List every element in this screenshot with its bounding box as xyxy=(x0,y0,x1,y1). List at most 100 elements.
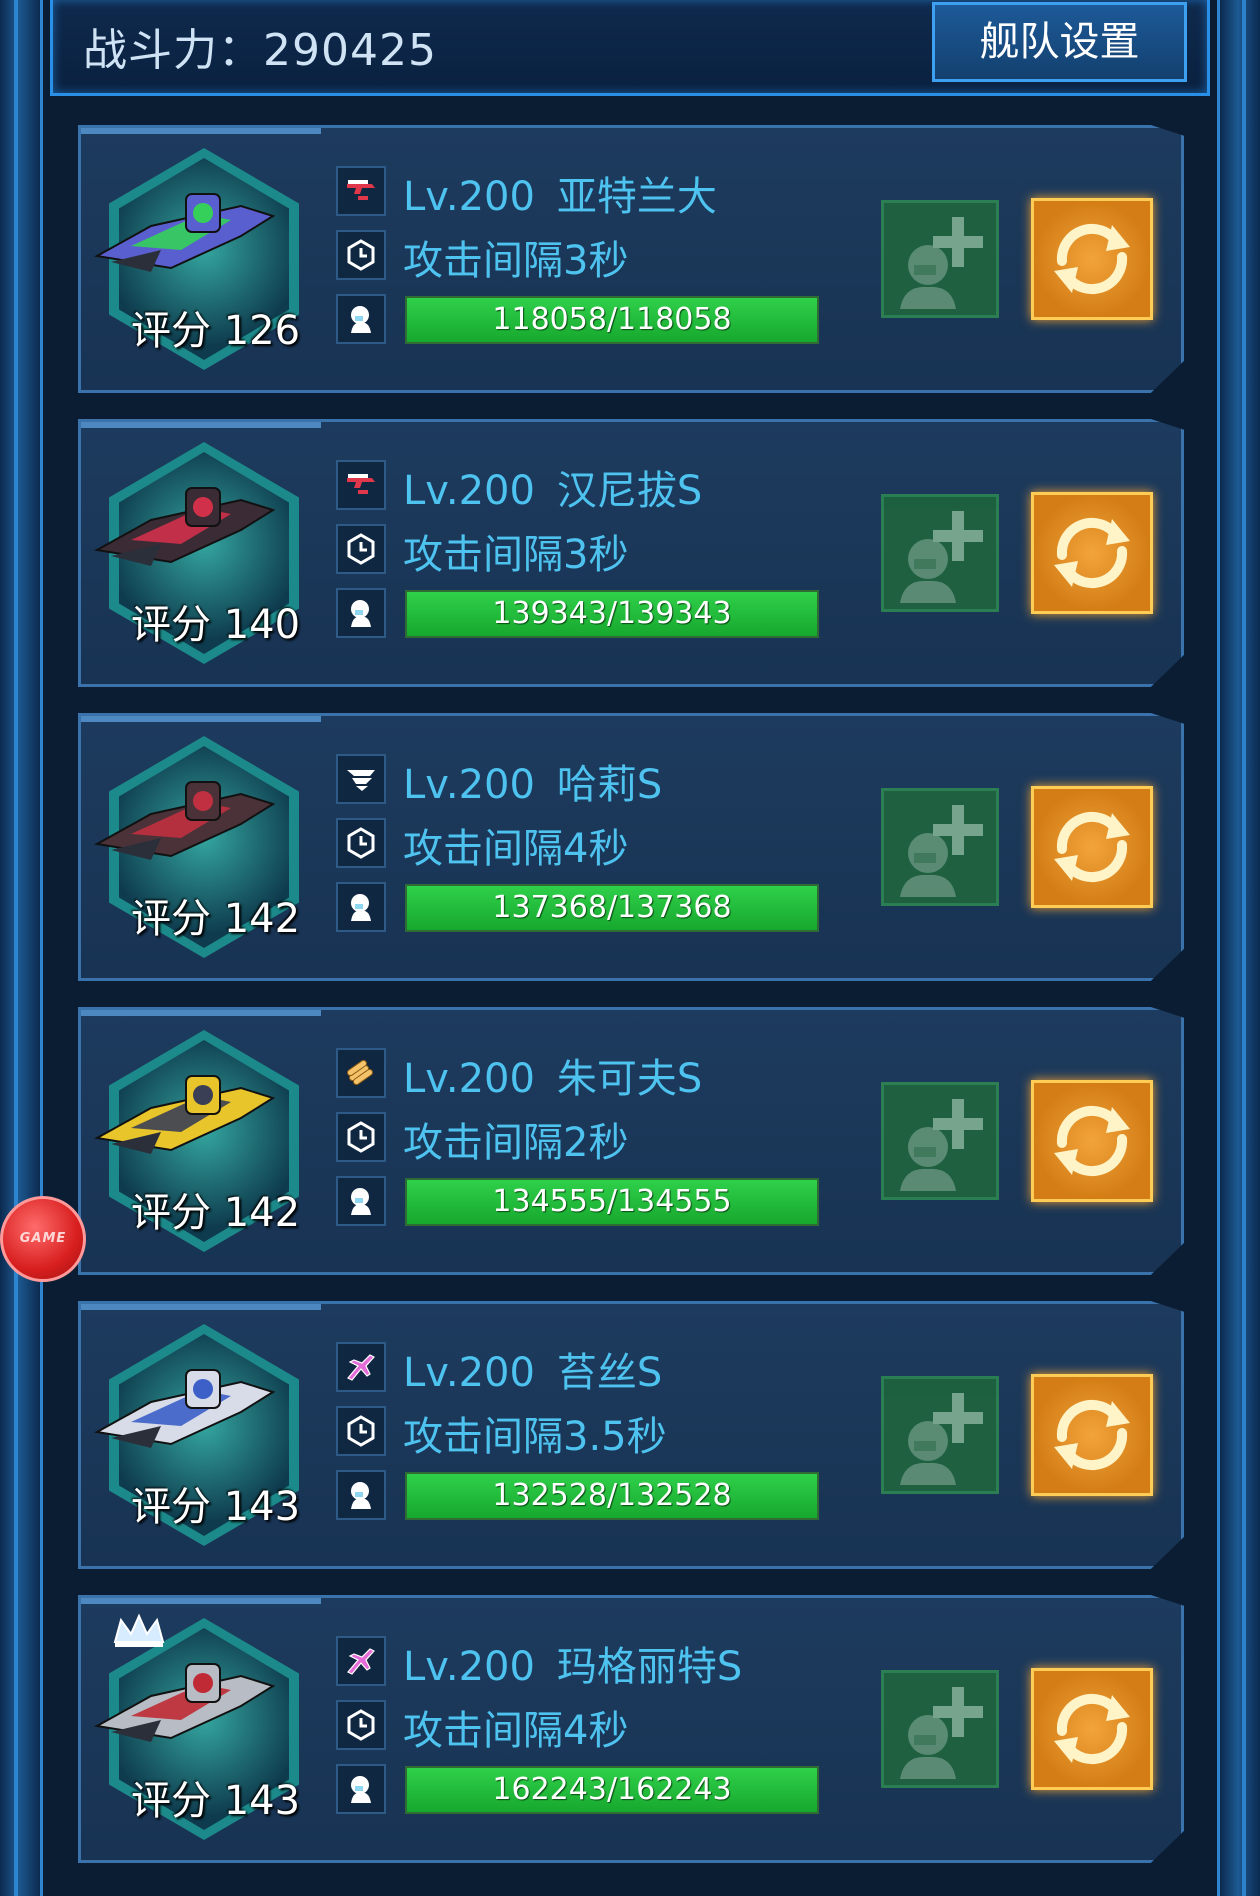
crew-icon xyxy=(336,1764,386,1814)
swap-icon xyxy=(1034,1693,1150,1791)
add-crew-button[interactable] xyxy=(881,1082,999,1200)
ship-title: Lv.200 汉尼拔S xyxy=(403,458,702,516)
attack-interval: 攻击间隔3秒 xyxy=(403,238,629,284)
missile-icon xyxy=(336,1048,386,1098)
hp-value: 134555/134555 xyxy=(492,1184,732,1219)
hp-bar: 162243/162243 xyxy=(405,1766,819,1814)
fighter-icon xyxy=(336,1342,386,1392)
hp-bar: 137368/137368 xyxy=(405,884,819,932)
swap-icon xyxy=(1034,1399,1150,1497)
hp-value: 137368/137368 xyxy=(492,890,732,925)
add-crew-icon xyxy=(884,1393,996,1495)
clock-icon xyxy=(336,230,386,280)
ship-title: Lv.200 苔丝S xyxy=(403,1340,662,1398)
ship-level: Lv.200 xyxy=(403,174,535,220)
ship-level: Lv.200 xyxy=(403,468,535,514)
hp-bar: 118058/118058 xyxy=(405,296,819,344)
ship-name: 亚特兰大 xyxy=(556,174,717,220)
ship-card[interactable]: 评分 140 Lv.200 汉尼拔S 攻击间隔3秒 139343/139343 xyxy=(78,419,1184,687)
wing-icon xyxy=(336,754,386,804)
ship-score: 评分 142 xyxy=(131,1190,301,1236)
add-crew-icon xyxy=(884,1687,996,1789)
ship-score: 评分 142 xyxy=(131,896,301,942)
cannon-icon xyxy=(336,166,386,216)
ship-name: 汉尼拔S xyxy=(556,468,703,514)
attack-interval: 攻击间隔2秒 xyxy=(403,1120,629,1166)
swap-ship-button[interactable] xyxy=(1031,1374,1153,1496)
clock-icon xyxy=(336,524,386,574)
ship-level: Lv.200 xyxy=(403,1056,535,1102)
ship-image xyxy=(91,176,276,286)
ship-score: 评分 140 xyxy=(131,602,301,648)
ship-image xyxy=(91,764,276,874)
attack-interval: 攻击间隔3秒 xyxy=(403,532,629,578)
ship-score: 评分 143 xyxy=(131,1778,301,1824)
ship-image xyxy=(91,1646,276,1756)
ship-card[interactable]: 评分 142 Lv.200 哈莉S 攻击间隔4秒 137368/137368 xyxy=(78,713,1184,981)
crown-icon xyxy=(111,1612,167,1648)
clock-icon xyxy=(336,1112,386,1162)
swap-icon xyxy=(1034,1105,1150,1203)
attack-interval: 攻击间隔3.5秒 xyxy=(403,1414,667,1460)
ship-list: 评分 126 Lv.200 亚特兰大攻击间隔3秒 118058/118058 评分 14… xyxy=(78,125,1184,1889)
left-frame xyxy=(0,0,43,1896)
ship-title: Lv.200 亚特兰大 xyxy=(403,164,717,222)
add-crew-button[interactable] xyxy=(881,200,999,318)
add-crew-icon xyxy=(884,511,996,613)
add-crew-button[interactable] xyxy=(881,494,999,612)
ship-level: Lv.200 xyxy=(403,1644,535,1690)
fighter-icon xyxy=(336,1636,386,1686)
swap-ship-button[interactable] xyxy=(1031,198,1153,320)
hp-bar: 134555/134555 xyxy=(405,1178,819,1226)
ship-name: 朱可夫S xyxy=(556,1056,703,1102)
hp-bar: 132528/132528 xyxy=(405,1472,819,1520)
ship-name: 苔丝S xyxy=(556,1350,663,1396)
swap-ship-button[interactable] xyxy=(1031,786,1153,908)
ship-level: Lv.200 xyxy=(403,1350,535,1396)
ship-card[interactable]: 评分 142 Lv.200 朱可夫S 攻击间隔2秒 134555/134555 xyxy=(78,1007,1184,1275)
swap-ship-button[interactable] xyxy=(1031,1080,1153,1202)
game-float-button[interactable]: GAME xyxy=(0,1196,86,1282)
add-crew-icon xyxy=(884,805,996,907)
swap-ship-button[interactable] xyxy=(1031,492,1153,614)
crew-icon xyxy=(336,588,386,638)
hp-value: 118058/118058 xyxy=(492,302,732,337)
add-crew-button[interactable] xyxy=(881,1376,999,1494)
crew-icon xyxy=(336,1176,386,1226)
swap-icon xyxy=(1034,517,1150,615)
ship-card[interactable]: 评分 143 Lv.200 苔丝S 攻击间隔3.5秒 132528/132528 xyxy=(78,1301,1184,1569)
attack-interval: 攻击间隔4秒 xyxy=(403,1708,629,1754)
ship-card[interactable]: 评分 143 Lv.200 玛格丽特S 攻击间隔4秒 162243/162243 xyxy=(78,1595,1184,1863)
clock-icon xyxy=(336,818,386,868)
crew-icon xyxy=(336,1470,386,1520)
clock-icon xyxy=(336,1700,386,1750)
top-bar: 战斗力：290425 舰队设置 xyxy=(50,0,1210,96)
combat-power: 战斗力：290425 xyxy=(83,25,437,76)
add-crew-icon xyxy=(884,1099,996,1201)
fleet-settings-button[interactable]: 舰队设置 xyxy=(932,2,1187,82)
hp-bar: 139343/139343 xyxy=(405,590,819,638)
ship-name: 哈莉S xyxy=(556,762,663,808)
right-frame xyxy=(1217,0,1260,1896)
hp-value: 162243/162243 xyxy=(492,1772,732,1807)
ship-score: 评分 126 xyxy=(131,308,301,354)
swap-icon xyxy=(1034,811,1150,909)
hp-value: 139343/139343 xyxy=(492,596,732,631)
ship-card[interactable]: 评分 126 Lv.200 亚特兰大攻击间隔3秒 118058/118058 xyxy=(78,125,1184,393)
ship-title: Lv.200 玛格丽特S xyxy=(403,1634,742,1692)
ship-name: 玛格丽特S xyxy=(556,1644,743,1690)
add-crew-button[interactable] xyxy=(881,788,999,906)
ship-image xyxy=(91,1058,276,1168)
clock-icon xyxy=(336,1406,386,1456)
ship-image xyxy=(91,470,276,580)
swap-ship-button[interactable] xyxy=(1031,1668,1153,1790)
crew-icon xyxy=(336,294,386,344)
ship-image xyxy=(91,1352,276,1462)
ship-title: Lv.200 哈莉S xyxy=(403,752,662,810)
ship-title: Lv.200 朱可夫S xyxy=(403,1046,702,1104)
add-crew-icon xyxy=(884,217,996,319)
ship-level: Lv.200 xyxy=(403,762,535,808)
hp-value: 132528/132528 xyxy=(492,1478,732,1513)
add-crew-button[interactable] xyxy=(881,1670,999,1788)
swap-icon xyxy=(1034,223,1150,321)
